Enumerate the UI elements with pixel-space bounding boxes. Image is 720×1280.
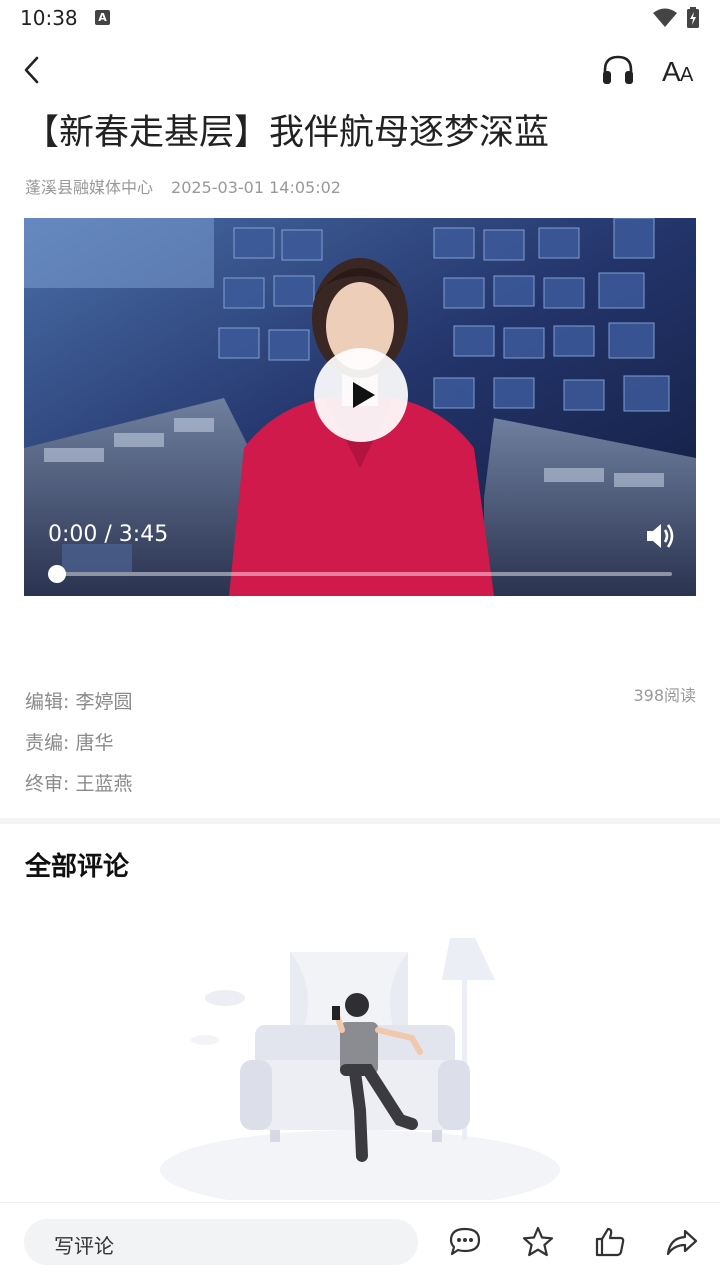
responsible-editor-credit: 责编: 唐华: [25, 732, 114, 754]
video-time: 0:00 / 3:45: [48, 522, 169, 547]
svg-text:A: A: [680, 64, 694, 86]
video-progress-thumb[interactable]: [48, 565, 66, 583]
article-source[interactable]: 蓬溪县融媒体中心: [25, 178, 153, 197]
favorite-button[interactable]: [521, 1225, 555, 1259]
section-divider: [0, 818, 720, 824]
read-count: 398阅读: [633, 686, 696, 705]
star-icon: [522, 1226, 554, 1257]
article-credits: 编辑: 李婷圆 责编: 唐华 终审: 王蓝燕: [25, 682, 132, 805]
notification-icon: A: [95, 10, 110, 25]
thumbs-up-icon: [595, 1227, 625, 1257]
listen-button[interactable]: [600, 53, 636, 87]
wifi-icon: [653, 8, 677, 27]
font-size-button[interactable]: A A: [660, 53, 700, 87]
comments-heading: 全部评论: [25, 852, 130, 882]
article-title: 【新春走基层】我伴航母逐梦深蓝: [24, 113, 550, 153]
video-player[interactable]: 0:00 / 3:45: [24, 218, 696, 596]
volume-icon: [647, 524, 674, 548]
article-datetime: 2025-03-01 14:05:02: [171, 178, 341, 197]
play-button[interactable]: [314, 348, 408, 442]
write-comment-placeholder: 写评论: [54, 1234, 114, 1258]
status-time: 10:38: [20, 6, 78, 30]
play-icon: [353, 382, 375, 408]
battery-icon: [687, 7, 699, 28]
chevron-left-icon: [24, 56, 39, 84]
status-bar: 10:38 A: [0, 0, 720, 38]
headphones-icon: [603, 55, 633, 84]
top-nav-bar: A A: [0, 46, 720, 94]
final-review-credit: 终审: 王蓝燕: [25, 773, 133, 795]
share-icon: [666, 1229, 698, 1256]
bottom-action-bar: 写评论: [0, 1202, 720, 1280]
write-comment-input[interactable]: 写评论: [24, 1219, 418, 1265]
comment-icon: [449, 1227, 481, 1256]
empty-comments-illustration: [160, 938, 560, 1200]
article-meta: 蓬溪县融媒体中心 2025-03-01 14:05:02: [25, 174, 341, 198]
share-button[interactable]: [665, 1225, 699, 1259]
back-button[interactable]: [18, 54, 48, 86]
video-progress-bar[interactable]: [56, 572, 672, 576]
editor-credit: 编辑: 李婷圆: [25, 691, 133, 713]
like-button[interactable]: [593, 1225, 627, 1259]
font-size-icon: A A: [662, 56, 694, 87]
volume-button[interactable]: [644, 520, 678, 552]
comment-button[interactable]: [448, 1225, 482, 1259]
svg-text:A: A: [662, 56, 681, 87]
